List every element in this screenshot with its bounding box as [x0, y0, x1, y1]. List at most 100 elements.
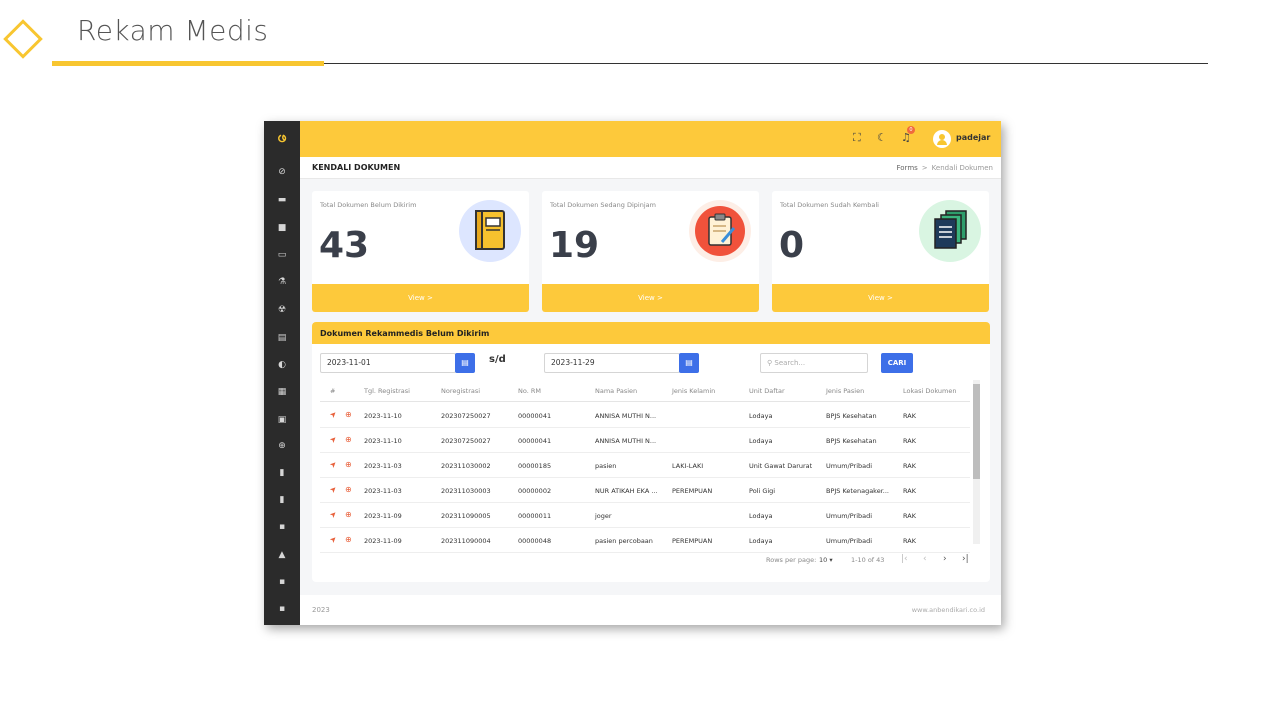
- locate-icon[interactable]: ⊕: [345, 535, 352, 544]
- cell-no-rm: 00000185: [518, 462, 552, 470]
- scrollbar-thumb[interactable]: [973, 384, 980, 479]
- cell-nama-pasien: ANNISA MUTHI N...: [595, 412, 657, 420]
- next-page-icon[interactable]: ›: [943, 554, 947, 564]
- table-row[interactable]: ➤ ⊕ 2023-11-03 202311030003 00000002 NUR ATIK…: [320, 478, 970, 503]
- footer-year: 2023: [312, 606, 330, 614]
- cell-lokasi-dokumen: RAK: [903, 462, 916, 470]
- card-view-link[interactable]: View >: [312, 284, 529, 312]
- rows-per-page-select[interactable]: 10 ▾: [819, 556, 833, 564]
- dark-mode-icon[interactable]: ☾: [877, 131, 887, 145]
- sidebar-building-icon[interactable]: ▦: [276, 386, 288, 398]
- table-row[interactable]: ➤ ⊕ 2023-11-09 202311090004 00000048 pasien p…: [320, 528, 970, 553]
- cell-unit-daftar: Lodaya: [749, 437, 773, 445]
- card-label: Total Dokumen Sudah Kembali: [780, 201, 879, 209]
- locate-icon[interactable]: ⊕: [345, 485, 352, 494]
- send-icon[interactable]: ➤: [328, 484, 339, 495]
- cell-no-rm: 00000002: [518, 487, 552, 495]
- card-view-link[interactable]: View >: [542, 284, 759, 312]
- table-row[interactable]: ➤ ⊕ 2023-11-09 202311090005 00000011 joger Lod…: [320, 503, 970, 528]
- cell-tgl-registrasi: 2023-11-09: [364, 512, 402, 520]
- sidebar-clipboard-icon[interactable]: ▮: [276, 467, 288, 479]
- locate-icon[interactable]: ⊕: [345, 460, 352, 469]
- footer-site[interactable]: www.anbendikari.co.id: [912, 606, 985, 614]
- cell-nama-pasien: NUR ATIKAH EKA ...: [595, 487, 658, 495]
- sidebar-report2-icon[interactable]: ▪: [276, 603, 288, 615]
- locate-icon[interactable]: ⊕: [345, 410, 352, 419]
- sidebar-document-icon[interactable]: ▪: [276, 521, 288, 533]
- col-no-rm[interactable]: No. RM: [518, 387, 541, 395]
- cell-noregistrasi: 202311090004: [441, 537, 491, 545]
- col-jenis-pasien[interactable]: Jenis Pasien: [826, 387, 864, 395]
- sidebar-bed-icon[interactable]: ▬: [276, 194, 288, 206]
- cell-lokasi-dokumen: RAK: [903, 537, 916, 545]
- locate-icon[interactable]: ⊕: [345, 435, 352, 444]
- cell-no-rm: 00000048: [518, 537, 552, 545]
- cell-no-rm: 00000041: [518, 412, 552, 420]
- sidebar-clipboard2-icon[interactable]: ▮: [276, 494, 288, 506]
- sidebar-briefcase-icon[interactable]: ▣: [276, 414, 288, 426]
- cell-noregistrasi: 202311030003: [441, 487, 491, 495]
- page-title: KENDALI DOKUMEN: [312, 163, 401, 172]
- sidebar-ambulance-icon[interactable]: ▲: [276, 549, 288, 561]
- cell-unit-daftar: Poli Gigi: [749, 487, 776, 495]
- cell-no-rm: 00000011: [518, 512, 552, 520]
- card-view-link[interactable]: View >: [772, 284, 989, 312]
- sidebar-flask-icon[interactable]: ⚗: [276, 276, 288, 288]
- card-sedang-dipinjam: Total Dokumen Sedang Dipinjam 19 View >: [542, 191, 759, 312]
- date-to-field[interactable]: 2023-11-29: [544, 353, 680, 373]
- breadcrumb-bar: KENDALI DOKUMEN Forms > Kendali Dokumen: [300, 157, 1001, 179]
- card-sudah-kembali: Total Dokumen Sudah Kembali 0 View >: [772, 191, 989, 312]
- sidebar-register-icon[interactable]: ▤: [276, 332, 288, 344]
- first-page-icon[interactable]: |‹: [901, 554, 908, 564]
- table-row[interactable]: ➤ ⊕ 2023-11-10 202307250027 00000041 ANNISA M…: [320, 403, 970, 428]
- card-count: 0: [779, 225, 805, 266]
- date-to-calendar-button[interactable]: ▤: [679, 353, 699, 373]
- diamond-icon: [3, 19, 43, 59]
- date-from-field[interactable]: 2023-11-01: [320, 353, 456, 373]
- cell-jenis-kelamin: LAKI-LAKI: [672, 462, 704, 470]
- cell-noregistrasi: 202311030002: [441, 462, 491, 470]
- send-icon[interactable]: ➤: [328, 534, 339, 545]
- col-jenis-kelamin[interactable]: Jenis Kelamin: [672, 387, 715, 395]
- sidebar-report-icon[interactable]: ▪: [276, 576, 288, 588]
- cell-nama-pasien: joger: [595, 512, 612, 520]
- col-lokasi-dokumen[interactable]: Lokasi Dokumen: [903, 387, 957, 395]
- last-page-icon[interactable]: ›|: [962, 554, 969, 564]
- sidebar-toggle-icon[interactable]: ◐: [276, 359, 288, 371]
- search-button[interactable]: CARI: [881, 353, 913, 373]
- table-row[interactable]: ➤ ⊕ 2023-11-10 202307250027 00000041 ANNISA M…: [320, 428, 970, 453]
- username[interactable]: padejar: [956, 133, 990, 142]
- slide-title: Rekam Medis: [77, 14, 269, 47]
- avatar[interactable]: [933, 130, 951, 148]
- sidebar-card-icon[interactable]: ▭: [276, 249, 288, 261]
- send-icon[interactable]: ➤: [328, 459, 339, 470]
- search-input[interactable]: ⚲ Search...: [760, 353, 868, 373]
- date-from-calendar-button[interactable]: ▤: [455, 353, 475, 373]
- footer: 2023 www.anbendikari.co.id: [300, 595, 1001, 625]
- table-row[interactable]: ➤ ⊕ 2023-11-03 202311030002 00000185 pasien LA…: [320, 453, 970, 478]
- card-label: Total Dokumen Sedang Dipinjam: [550, 201, 656, 209]
- fullscreen-icon[interactable]: ⛶: [853, 131, 861, 145]
- sidebar-radiation-icon[interactable]: ☢: [276, 304, 288, 316]
- cell-nama-pasien: pasien percobaan: [595, 537, 653, 545]
- col-unit-daftar[interactable]: Unit Daftar: [749, 387, 785, 395]
- app-logo-icon[interactable]: ဖ: [273, 128, 291, 146]
- col-tgl-registrasi[interactable]: Tgl. Registrasi: [364, 387, 410, 395]
- rows-per-page-label: Rows per page:: [766, 556, 817, 564]
- send-icon[interactable]: ➤: [328, 409, 339, 420]
- col-noregistrasi[interactable]: Noregistrasi: [441, 387, 480, 395]
- col-index: #: [330, 387, 336, 395]
- sidebar: ဖ ⊘ ▬ ■ ▭ ⚗ ☢ ▤ ◐ ▦ ▣ ⊕ ▮ ▮ ▪ ▲ ▪ ▪: [264, 121, 300, 625]
- send-icon[interactable]: ➤: [328, 434, 339, 445]
- col-nama-pasien[interactable]: Nama Pasien: [595, 387, 637, 395]
- sidebar-pill-icon[interactable]: ⊕: [276, 440, 288, 452]
- search-icon: ⚲: [767, 359, 773, 367]
- sidebar-dashboard-icon[interactable]: ⊘: [276, 166, 288, 178]
- breadcrumb-forms[interactable]: Forms: [897, 164, 918, 172]
- send-icon[interactable]: ➤: [328, 509, 339, 520]
- locate-icon[interactable]: ⊕: [345, 510, 352, 519]
- card-count: 43: [319, 225, 370, 266]
- cell-lokasi-dokumen: RAK: [903, 487, 916, 495]
- sidebar-calculator-icon[interactable]: ■: [276, 222, 288, 234]
- prev-page-icon[interactable]: ‹: [923, 554, 927, 564]
